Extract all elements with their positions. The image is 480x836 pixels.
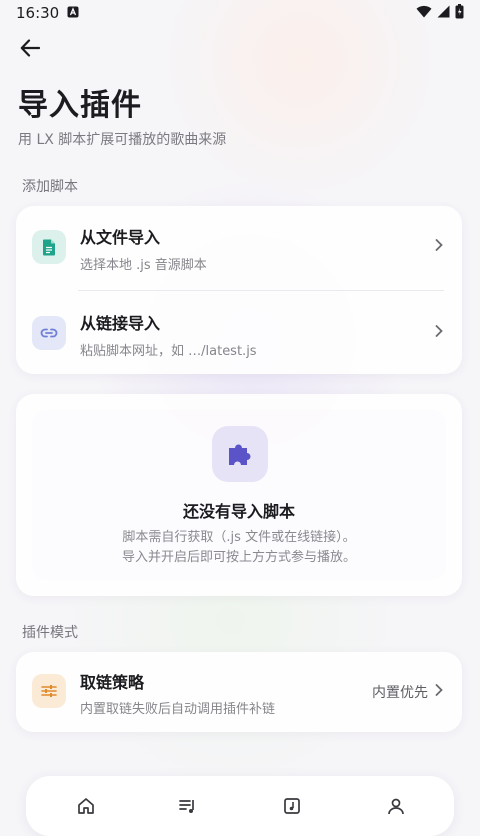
status-left: 16:30 bbox=[16, 4, 79, 22]
library-icon bbox=[282, 796, 302, 820]
file-icon bbox=[32, 230, 66, 264]
nav-queue[interactable] bbox=[176, 796, 200, 820]
bottom-nav bbox=[26, 776, 454, 836]
plugin-mode-card: 取链策略 内置取链失败后自动调用插件补链 内置优先 bbox=[16, 652, 462, 732]
empty-state-card: 还没有导入脚本 脚本需自行获取（.js 文件或在线链接）。 导入并开启后即可按上… bbox=[16, 394, 462, 596]
import-from-link-subtitle: 粘贴脚本网址，如 …/latest.js bbox=[80, 344, 257, 359]
section-label-add-script: 添加脚本 bbox=[22, 179, 78, 195]
page-title: 导入插件 bbox=[18, 88, 142, 123]
link-icon bbox=[32, 316, 66, 350]
arrow-left-icon bbox=[20, 39, 41, 61]
signal-icon bbox=[437, 4, 450, 22]
link-strategy-subtitle: 内置取链失败后自动调用插件补链 bbox=[80, 702, 276, 717]
add-script-card: 从文件导入 选择本地 .js 音源脚本 从链接导入 粘贴脚本网址，如 …/lat… bbox=[16, 206, 462, 374]
nav-profile[interactable] bbox=[384, 796, 408, 820]
home-icon bbox=[76, 796, 96, 820]
nav-home[interactable] bbox=[74, 796, 98, 820]
link-strategy-row[interactable]: 取链策略 内置取链失败后自动调用插件补链 内置优先 bbox=[16, 652, 462, 732]
a-icon bbox=[67, 4, 79, 22]
chevron-right-icon bbox=[434, 237, 444, 256]
sliders-icon bbox=[32, 674, 66, 708]
link-strategy-title: 取链策略 bbox=[80, 673, 145, 692]
import-from-file-subtitle: 选择本地 .js 音源脚本 bbox=[80, 258, 207, 273]
empty-state-description: 脚本需自行获取（.js 文件或在线链接）。 导入并开启后即可按上方方式参与播放。 bbox=[16, 528, 462, 568]
import-from-file-row[interactable]: 从文件导入 选择本地 .js 音源脚本 bbox=[16, 206, 462, 288]
empty-state-title: 还没有导入脚本 bbox=[182, 502, 295, 521]
page-subtitle: 用 LX 脚本扩展可播放的歌曲来源 bbox=[18, 132, 227, 148]
battery-icon bbox=[455, 3, 464, 23]
profile-icon bbox=[386, 796, 406, 820]
chevron-right-icon bbox=[434, 323, 444, 342]
row-divider bbox=[78, 290, 444, 291]
status-bar: 16:30 bbox=[0, 0, 480, 26]
section-label-plugin-mode: 插件模式 bbox=[22, 625, 78, 641]
import-from-link-row[interactable]: 从链接导入 粘贴脚本网址，如 …/latest.js bbox=[16, 292, 462, 374]
empty-state-desc-line-2: 导入并开启后即可按上方方式参与播放。 bbox=[121, 550, 356, 565]
wifi-icon bbox=[416, 4, 432, 22]
link-strategy-value: 内置优先 bbox=[372, 682, 444, 702]
nav-library[interactable] bbox=[280, 796, 304, 820]
import-from-file-title: 从文件导入 bbox=[80, 228, 161, 247]
queue-icon bbox=[178, 796, 198, 820]
back-button[interactable] bbox=[14, 36, 46, 64]
status-right bbox=[416, 3, 464, 23]
chevron-right-icon bbox=[434, 683, 444, 701]
status-time: 16:30 bbox=[16, 4, 60, 22]
link-strategy-value-text: 内置优先 bbox=[372, 685, 428, 701]
empty-state-desc-line-1: 脚本需自行获取（.js 文件或在线链接）。 bbox=[122, 530, 356, 545]
puzzle-icon bbox=[212, 426, 268, 482]
import-from-link-title: 从链接导入 bbox=[80, 314, 161, 333]
